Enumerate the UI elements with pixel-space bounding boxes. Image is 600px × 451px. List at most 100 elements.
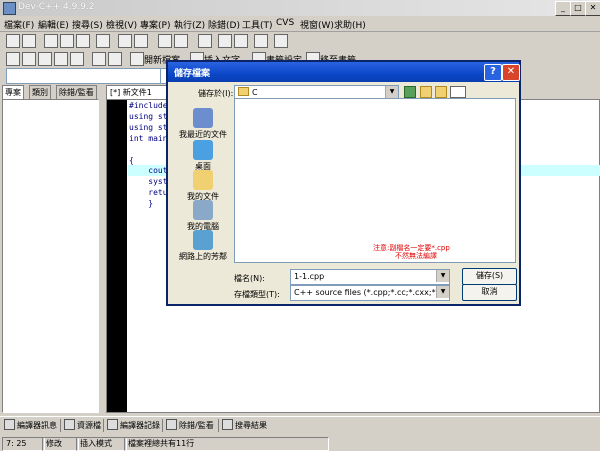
- code-line-1: #include: [129, 101, 168, 110]
- debug-icon[interactable]: [92, 52, 106, 66]
- bottom-tabs: 編譯器訊息 資源檔 編譯器記錄 除錯/監看 搜尋結果: [0, 416, 600, 434]
- left-panel-tabs: 專案 類別 除錯/監看: [2, 85, 99, 100]
- tab-project[interactable]: 專案: [2, 85, 24, 100]
- help-icon[interactable]: [108, 52, 122, 66]
- view-menu-icon[interactable]: [450, 86, 466, 98]
- toolbar-1: [0, 32, 600, 49]
- project-tree[interactable]: [2, 99, 99, 413]
- status-insert-mode: 插入模式: [76, 437, 127, 451]
- recent-docs-icon: [193, 108, 213, 128]
- dialog-close-button[interactable]: ✕: [502, 64, 520, 81]
- tab-compile-log[interactable]: 編譯器記錄: [107, 419, 160, 431]
- tab-compiler-messages[interactable]: 編譯器訊息: [4, 419, 57, 431]
- editor-gutter: [107, 100, 127, 412]
- goto-icon[interactable]: [198, 34, 212, 48]
- menu-edit[interactable]: 編輯(E): [38, 18, 69, 31]
- code-line-8: syst: [129, 177, 168, 186]
- filename-label: 檔名(N):: [234, 274, 265, 283]
- code-line-4: int main: [129, 134, 168, 143]
- folder-icon: [238, 87, 249, 96]
- annotation-note-line-2: 不然無法編譯: [395, 252, 437, 260]
- menu-debug[interactable]: 除錯(D): [208, 18, 240, 31]
- new-project-icon[interactable]: [130, 52, 144, 66]
- code-line-7: cout: [129, 166, 168, 175]
- menu-view[interactable]: 檢視(V): [106, 18, 137, 31]
- menu-project[interactable]: 專案(P): [140, 18, 170, 31]
- places-bar: 我最近的文件 桌面 我的文件 我的電腦 網路上的芳鄰: [176, 108, 230, 266]
- status-modified: 修改: [42, 437, 79, 451]
- menu-help[interactable]: 求助(H): [334, 18, 366, 31]
- save-button[interactable]: 儲存(S): [462, 268, 517, 285]
- run-icon[interactable]: [22, 52, 36, 66]
- filetype-label: 存檔類型(T):: [234, 290, 280, 299]
- print-icon[interactable]: [96, 34, 110, 48]
- filename-input[interactable]: 1-1.cpp ▼: [290, 269, 450, 285]
- menu-file[interactable]: 檔案(F): [4, 18, 34, 31]
- compile-run-icon[interactable]: [38, 52, 52, 66]
- back-arrow-icon[interactable]: [404, 86, 416, 98]
- menu-tools[interactable]: 工具(T): [242, 18, 273, 31]
- find-icon[interactable]: [158, 34, 172, 48]
- open-icon[interactable]: [22, 34, 36, 48]
- save-file-dialog: 儲存檔案 ? ✕ 儲存於(I): C ▼ 我最近的文件 桌面 我的文件 我的電腦…: [166, 60, 521, 306]
- tab-search-results[interactable]: 搜尋結果: [222, 419, 267, 431]
- editor-tab[interactable]: [*] 新文件1: [106, 85, 172, 99]
- menu-bar: 檔案(F) 編輯(E) 搜尋(S) 檢視(V) 專案(P) 執行(Z) 除錯(D…: [0, 16, 600, 32]
- tab-debug-watch-bottom[interactable]: 除錯/監看: [166, 419, 214, 431]
- dialog-title: 儲存檔案: [174, 69, 211, 79]
- place-recent[interactable]: 我最近的文件: [176, 108, 230, 140]
- chevron-down-icon: ▼: [436, 270, 449, 282]
- check-icon: [166, 419, 177, 430]
- resource-icon: [64, 419, 75, 430]
- forward-icon[interactable]: [274, 34, 288, 48]
- place-my-documents[interactable]: 我的文件: [176, 170, 230, 202]
- status-cursor-position: 7: 25: [2, 437, 45, 451]
- file-list[interactable]: 注意:副檔名一定要*.cpp 不然無法編譯: [234, 98, 516, 263]
- save-in-label: 儲存於(I):: [198, 89, 234, 98]
- filetype-select[interactable]: C++ source files (*.cpp;*.cc;*.cxx;*.c++…: [290, 285, 450, 301]
- maximize-button[interactable]: □: [570, 1, 586, 16]
- chevron-down-icon: ▼: [385, 86, 398, 98]
- up-folder-icon[interactable]: [420, 86, 432, 98]
- close-button[interactable]: ✕: [585, 1, 600, 16]
- compiler-icon: [4, 419, 15, 430]
- chevron-down-icon: ▼: [436, 286, 449, 298]
- app-title: Dev-C++ 4.9.9.2: [18, 2, 95, 12]
- replace-icon[interactable]: [174, 34, 188, 48]
- check-icon[interactable]: [70, 52, 84, 66]
- rebuild-icon[interactable]: [54, 52, 68, 66]
- close-file-icon[interactable]: [76, 34, 90, 48]
- save-icon[interactable]: [44, 34, 58, 48]
- menu-cvs[interactable]: CVS: [276, 18, 294, 28]
- cancel-button[interactable]: 取消: [462, 284, 517, 301]
- new-folder-icon[interactable]: [435, 86, 447, 98]
- place-my-computer[interactable]: 我的電腦: [176, 200, 230, 232]
- code-line-10: }: [129, 199, 154, 208]
- desktop-icon: [193, 140, 213, 160]
- menu-execute[interactable]: 執行(Z): [174, 18, 205, 31]
- menu-search[interactable]: 搜尋(S): [72, 18, 103, 31]
- new-file-icon[interactable]: [6, 34, 20, 48]
- tab-debug-watch[interactable]: 除錯/監看: [56, 85, 97, 100]
- class-combo[interactable]: [6, 68, 161, 84]
- redo-icon[interactable]: [134, 34, 148, 48]
- main-title-bar: Dev-C++ 4.9.9.2 _ □ ✕: [0, 0, 600, 16]
- my-documents-icon: [193, 170, 213, 190]
- compile-icon[interactable]: [6, 52, 20, 66]
- menu-window[interactable]: 視窗(W): [300, 18, 334, 31]
- code-line-3: using st: [129, 123, 168, 132]
- status-line-count: 檔案裡總共有11行: [124, 437, 329, 451]
- unindent-icon[interactable]: [234, 34, 248, 48]
- network-icon: [193, 230, 213, 250]
- back-icon[interactable]: [254, 34, 268, 48]
- status-bar: 7: 25 修改 插入模式 檔案裡總共有11行: [0, 436, 600, 451]
- place-desktop[interactable]: 桌面: [176, 140, 230, 172]
- dialog-help-button[interactable]: ?: [484, 64, 502, 81]
- tab-resources[interactable]: 資源檔: [64, 419, 101, 431]
- undo-icon[interactable]: [118, 34, 132, 48]
- tab-classes[interactable]: 類別: [29, 85, 51, 100]
- indent-icon[interactable]: [218, 34, 232, 48]
- save-all-icon[interactable]: [60, 34, 74, 48]
- minimize-button[interactable]: _: [555, 1, 571, 16]
- place-network[interactable]: 網路上的芳鄰: [176, 230, 230, 262]
